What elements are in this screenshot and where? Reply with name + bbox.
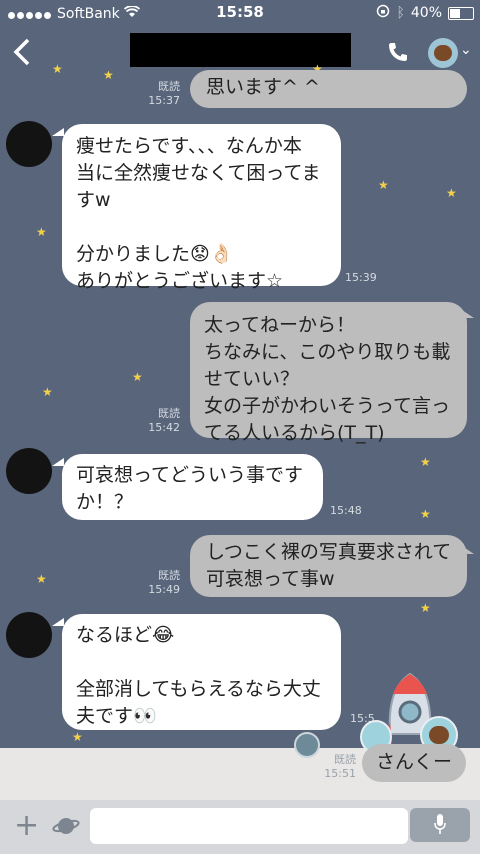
star-decoration-icon: ★: [446, 186, 457, 200]
plus-icon[interactable]: +: [14, 811, 39, 841]
message-bubble-outgoing[interactable]: しつこく裸の写真要求されて 可哀想って事w: [190, 535, 467, 597]
message-text: なるほど😂 全部消してもらえるなら大丈 夫です👀: [76, 624, 321, 727]
small-sticker-icon: [294, 732, 320, 758]
message-text: 太ってねーから！ ちなみに、このやり取りも載 せていい？ 女の子がかわいそうって…: [204, 314, 451, 444]
message-time: 15:39: [345, 271, 377, 284]
message-text: 思います^ ^: [206, 76, 320, 98]
status-right: ᛒ 40%: [376, 4, 474, 22]
brown-bear-icon: [434, 45, 452, 61]
message-bubble-incoming[interactable]: 痩せたらです、、、なんか本 当に全然痩せなくて困ってま すw 分かりました😟👌🏻…: [62, 124, 341, 292]
star-decoration-icon: ★: [42, 385, 53, 399]
message-bubble-incoming[interactable]: 可哀想ってどういう事です か！？: [62, 454, 323, 520]
bubble-tail: [462, 310, 474, 318]
message-text: しつこく裸の写真要求されて 可哀想って事w: [206, 541, 452, 590]
star-decoration-icon: ★: [378, 178, 389, 192]
message-time: 15:48: [330, 504, 362, 517]
star-decoration-icon: ★: [72, 730, 83, 744]
message-meta: 既読 15:49: [148, 569, 180, 596]
status-bar: SoftBank 15:58 ᛒ 40%: [0, 0, 480, 26]
star-decoration-icon: ★: [132, 370, 143, 384]
battery-percent: 40%: [410, 5, 442, 21]
message-bubble-outgoing[interactable]: さんくー: [362, 744, 466, 782]
star-decoration-icon: ★: [36, 225, 47, 239]
message-bubble-outgoing[interactable]: 思います^ ^: [190, 70, 467, 108]
star-decoration-icon: ★: [420, 601, 431, 615]
message-meta: 既読 15:42: [148, 407, 180, 434]
mic-icon: [434, 813, 446, 839]
star-decoration-icon: ★: [420, 507, 431, 521]
message-input[interactable]: [90, 808, 408, 844]
message-bubble-incoming[interactable]: なるほど😂 全部消してもらえるなら大丈 夫です👀: [62, 614, 341, 730]
message-bubble-outgoing[interactable]: 太ってねーから！ ちなみに、このやり取りも載 せていい？ 女の子がかわいそうって…: [190, 302, 467, 444]
message-text: 可哀想ってどういう事です か！？: [76, 464, 304, 513]
star-decoration-icon: ★: [52, 62, 63, 76]
phone-call-button[interactable]: [386, 40, 410, 64]
star-decoration-icon: ★: [420, 455, 431, 469]
phone-icon: [389, 43, 407, 61]
chat-screen: SoftBank 15:58 ᛒ 40% ⌄ ★ ★ ★ ★ ★ ★ ★ ★ ★…: [0, 0, 480, 854]
message-text: 痩せたらです、、、なんか本 当に全然痩せなくて困ってま すw 分かりました😟👌🏻…: [76, 135, 321, 292]
friend-avatar[interactable]: [6, 612, 52, 658]
bubble-tail: [462, 546, 474, 554]
chevron-left-icon: [13, 38, 30, 66]
friend-avatar-button[interactable]: [428, 38, 458, 68]
planet-icon[interactable]: [52, 814, 80, 838]
message-meta: 既読 15:37: [148, 80, 180, 107]
star-decoration-icon: ★: [36, 572, 47, 586]
star-decoration-icon: ★: [103, 68, 114, 82]
message-meta: 既読 15:51: [324, 753, 356, 780]
bluetooth-icon: ᛒ: [396, 5, 405, 21]
chevron-down-icon[interactable]: ⌄: [460, 42, 472, 58]
back-button[interactable]: [12, 32, 42, 68]
friend-avatar[interactable]: [6, 448, 52, 494]
friend-avatar[interactable]: [6, 121, 52, 167]
orientation-lock-icon: [376, 4, 390, 22]
message-input-bar: +: [0, 800, 480, 854]
battery-icon: [448, 6, 474, 20]
message-text: さんくー: [376, 751, 453, 773]
